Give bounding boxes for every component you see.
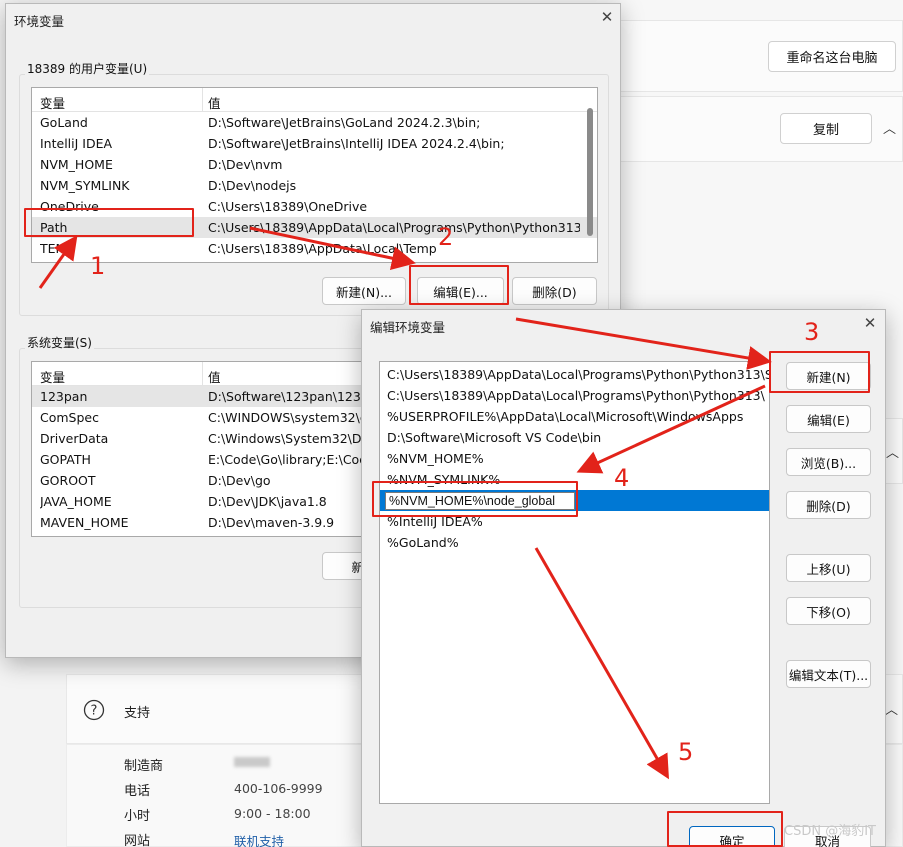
user-var-row[interactable]: NVM_HOME D:\Dev\nvm <box>32 154 597 175</box>
help-circle-icon: ? <box>83 699 105 721</box>
var-value: C:\Users\18389\OneDrive <box>208 199 368 214</box>
var-value: D:\Software\JetBrains\IntelliJ IDEA 2024… <box>208 136 505 151</box>
chevron-up-icon[interactable]: ︿ <box>885 699 898 718</box>
user-vars-header: 变量 值 <box>32 88 597 112</box>
user-vars-label: 18389 的用户变量(U) <box>25 60 150 77</box>
var-value: C:\Users\18389\AppData\Local\Programs\Py… <box>208 220 580 235</box>
path-entry[interactable]: C:\Users\18389\AppData\Local\Programs\Py… <box>380 364 769 385</box>
annotation-number-3: 3 <box>804 318 820 346</box>
entry-edit-button[interactable]: 编辑(E) <box>786 405 871 433</box>
var-name: NVM_HOME <box>40 157 113 172</box>
hours-label: 小时 <box>124 809 151 824</box>
column-divider[interactable] <box>202 362 203 386</box>
watermark: CSDN @海豹IT <box>784 824 876 839</box>
annotation-box-new-entry <box>372 481 578 517</box>
path-entry-text: C:\Users\18389\AppData\Local\Programs\Py… <box>387 367 770 382</box>
path-entries-list[interactable]: C:\Users\18389\AppData\Local\Programs\Py… <box>379 361 770 804</box>
path-entry[interactable]: C:\Users\18389\AppData\Local\Programs\Py… <box>380 385 769 406</box>
annotation-number-2: 2 <box>438 223 454 251</box>
path-entry[interactable]: D:\Software\Microsoft VS Code\bin <box>380 427 769 448</box>
phone-value: 400-106-9999 <box>234 781 323 796</box>
rename-pc-button[interactable]: 重命名这台电脑 <box>768 41 896 72</box>
hours-value: 9:00 - 18:00 <box>234 806 311 821</box>
path-entry[interactable]: %USERPROFILE%\AppData\Local\Microsoft\Wi… <box>380 406 769 427</box>
column-divider[interactable] <box>202 88 203 112</box>
env-dialog-title: 环境变量 <box>14 14 65 29</box>
manufacturer-label: 制造商 <box>124 759 164 774</box>
user-var-row[interactable]: IntelliJ IDEA D:\Software\JetBrains\Inte… <box>32 133 597 154</box>
user-var-row[interactable]: GoLand D:\Software\JetBrains\GoLand 2024… <box>32 112 597 133</box>
manufacturer-value-blurred <box>234 757 270 767</box>
chevron-up-icon[interactable]: ︿ <box>886 442 899 461</box>
user-vars-scrollbar[interactable] <box>587 108 593 236</box>
svg-text:?: ? <box>91 704 98 719</box>
var-value: D:\Dev\nvm <box>208 157 283 172</box>
annotation-box-ok-button <box>667 811 783 847</box>
support-title: 支持 <box>124 706 151 721</box>
path-entry[interactable]: %NVM_HOME% <box>380 448 769 469</box>
path-entry-text: %NVM_HOME% <box>387 451 484 466</box>
edit-dialog-title: 编辑环境变量 <box>370 320 446 335</box>
path-entry-text: %USERPROFILE%\AppData\Local\Microsoft\Wi… <box>387 409 744 424</box>
user-var-row[interactable]: NVM_SYMLINK D:\Dev\nodejs <box>32 175 597 196</box>
var-name: GOPATH <box>40 452 91 467</box>
edit-text-button[interactable]: 编辑文本(T)... <box>786 660 871 688</box>
var-name: NVM_SYMLINK <box>40 178 130 193</box>
annotation-number-4: 4 <box>614 464 630 492</box>
system-vars-label: 系统变量(S) <box>25 334 94 351</box>
close-icon[interactable]: ✕ <box>596 8 618 26</box>
column-header-variable[interactable]: 变量 <box>40 367 65 386</box>
user-new-button[interactable]: 新建(N)... <box>322 277 406 305</box>
website-label: 网站 <box>124 834 151 847</box>
var-value: D:\Dev\nodejs <box>208 178 297 193</box>
entry-delete-button[interactable]: 删除(D) <box>786 491 871 519</box>
user-var-row[interactable]: TEMP C:\Users\18389\AppData\Local\Temp <box>32 238 597 259</box>
chevron-up-icon[interactable]: ︿ <box>883 118 896 137</box>
annotation-box-new-button <box>769 351 870 393</box>
var-name: JAVA_HOME <box>40 494 112 509</box>
annotation-box-edit-button <box>409 265 509 305</box>
column-header-variable[interactable]: 变量 <box>40 93 65 112</box>
annotation-number-1: 1 <box>90 252 106 280</box>
var-value: D:\Software\JetBrains\GoLand 2024.2.3\bi… <box>208 115 481 130</box>
var-name: IntelliJ IDEA <box>40 136 113 151</box>
column-header-value[interactable]: 值 <box>208 93 221 112</box>
phone-label: 电话 <box>124 784 151 799</box>
var-name: DriverData <box>40 431 109 446</box>
var-value: C:\Users\18389\AppData\Local\Temp <box>208 241 437 256</box>
path-entry-text: C:\Users\18389\AppData\Local\Programs\Py… <box>387 388 765 403</box>
move-up-button[interactable]: 上移(U) <box>786 554 871 582</box>
column-header-value[interactable]: 值 <box>208 367 221 386</box>
var-name: ComSpec <box>40 410 99 425</box>
annotation-number-5: 5 <box>678 738 694 766</box>
var-name: GoLand <box>40 115 88 130</box>
online-support-link[interactable]: 联机支持 <box>234 831 284 847</box>
close-icon[interactable]: ✕ <box>859 314 881 332</box>
copy-button[interactable]: 复制 <box>780 113 872 144</box>
user-delete-button[interactable]: 删除(D) <box>512 277 597 305</box>
path-entry[interactable]: %GoLand% <box>380 532 769 553</box>
move-down-button[interactable]: 下移(O) <box>786 597 871 625</box>
path-entry-text: %GoLand% <box>387 535 459 550</box>
var-name: MAVEN_HOME <box>40 515 129 530</box>
entry-browse-button[interactable]: 浏览(B)... <box>786 448 871 476</box>
path-entry-text: D:\Software\Microsoft VS Code\bin <box>387 430 602 445</box>
var-name: GOROOT <box>40 473 96 488</box>
annotation-box-path-row <box>24 208 194 237</box>
var-name: TEMP <box>40 241 74 256</box>
var-name: 123pan <box>40 389 88 404</box>
